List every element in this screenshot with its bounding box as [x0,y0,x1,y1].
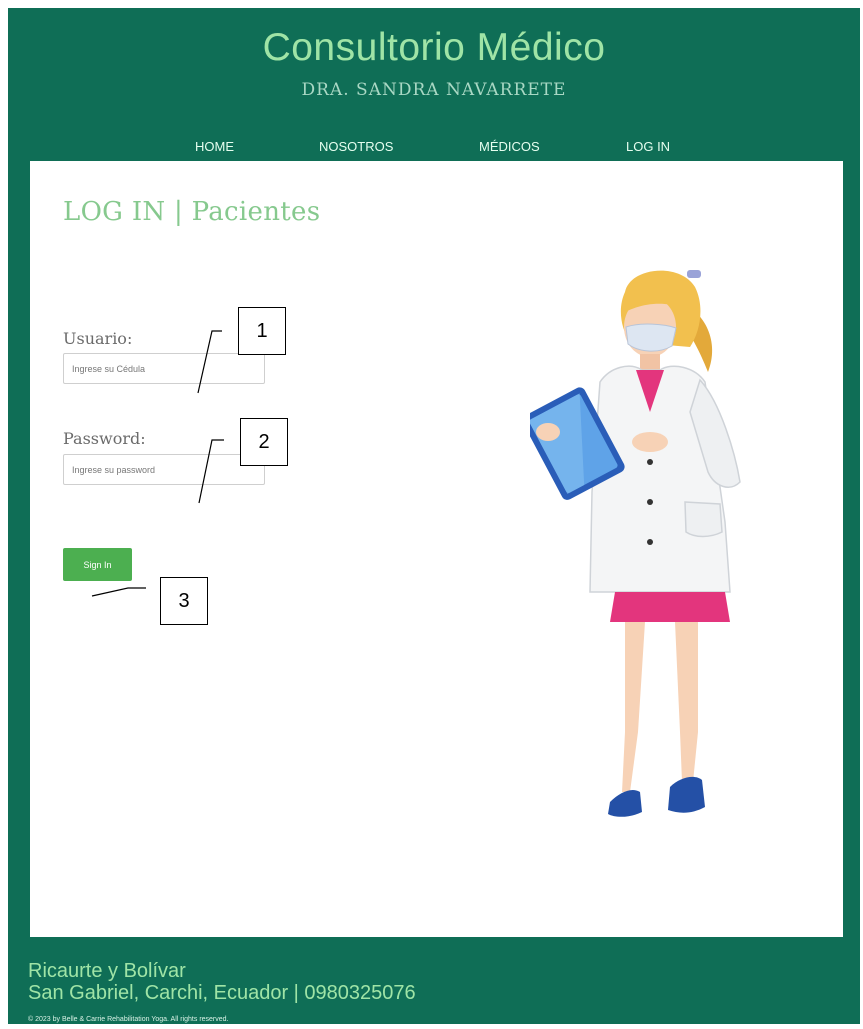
footer-address-line2: San Gabriel, Carchi, Ecuador | 098032507… [28,982,416,1004]
username-label: Usuario: [63,329,133,348]
main-nav: HOME NOSOTROS MÉDICOS LOG IN [8,139,860,159]
footer-address-line1: Ricaurte y Bolívar [28,960,186,982]
password-input[interactable] [63,454,265,485]
sign-in-button[interactable]: Sign In [63,548,132,581]
callout-box-3: 3 [160,577,208,625]
nav-item-nosotros[interactable]: NOSOTROS [319,139,393,154]
doctor-illustration [530,270,741,817]
site-subtitle: DRA. SANDRA NAVARRETE [301,80,567,100]
footer-copyright: © 2023 by Belle & Carrie Rehabilitation … [28,1016,229,1023]
page-title: LOG IN | Pacientes [63,197,321,227]
nav-item-login[interactable]: LOG IN [626,139,670,154]
site-title: Consultorio Médico [262,26,606,69]
nav-item-home[interactable]: HOME [195,139,234,154]
callout-box-2: 2 [240,418,288,466]
username-input[interactable] [63,353,265,384]
callout-box-1: 1 [238,307,286,355]
password-label: Password: [63,429,146,448]
nav-item-medicos[interactable]: MÉDICOS [479,139,540,154]
